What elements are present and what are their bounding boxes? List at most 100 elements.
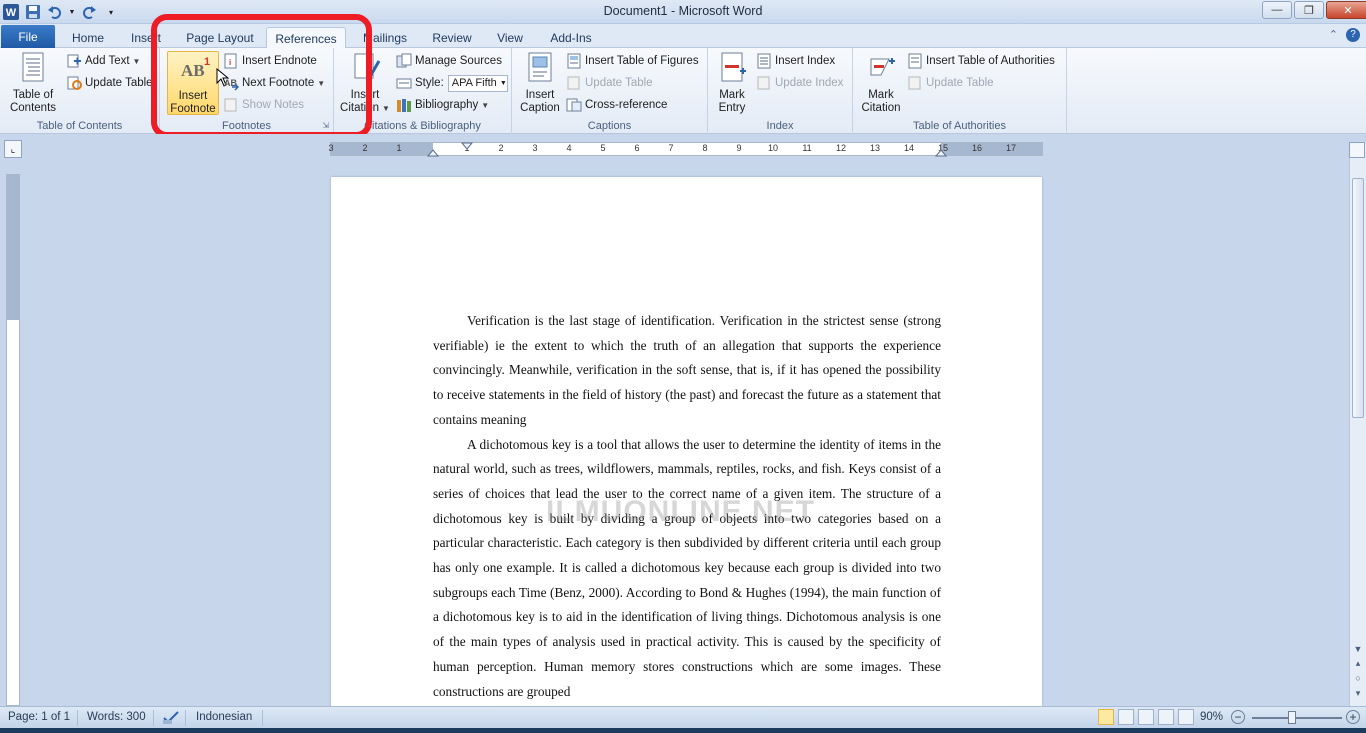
draft-view-icon[interactable] [1178,709,1194,725]
table-of-contents-label: Table of Contents [9,89,57,114]
mark-citation-label-1: Mark [868,89,894,101]
previous-page-icon[interactable]: ▴ [1352,658,1364,669]
group-label-authorities: Table of Authorities [913,120,1006,132]
ruler-number: 2 [362,143,368,153]
word-count[interactable]: Words: 300 [87,711,146,723]
update-table-captions-button[interactable]: Update Table [566,73,653,93]
web-layout-view-icon[interactable] [1138,709,1154,725]
page-count[interactable]: Page: 1 of 1 [8,711,70,723]
full-screen-reading-view-icon[interactable] [1118,709,1134,725]
add-text-icon [67,54,81,68]
table-of-figures-icon [567,53,581,69]
minimize-icon[interactable]: — [1262,1,1292,19]
update-index-label: Update Index [775,77,844,89]
update-table-authorities-button[interactable]: Update Table [907,73,994,93]
bibliography-label: Bibliography [415,99,479,111]
document-page[interactable]: Verification is the last stage of identi… [331,177,1042,717]
left-indent-marker-icon[interactable] [427,149,439,157]
outline-view-icon[interactable] [1158,709,1174,725]
tab-review[interactable]: Review [424,27,480,48]
window-controls: — ❐ ✕ [1260,1,1366,19]
ruler-number: 11 [802,143,812,153]
ruler-number: 13 [869,143,881,153]
horizontal-ruler[interactable]: 3211234567891011121314151617 [328,142,1043,157]
scrollbar-thumb[interactable] [1352,178,1364,418]
vertical-ruler[interactable] [6,174,20,706]
insert-table-of-authorities-label: Insert Table of Authorities [926,55,1055,67]
zoom-out-icon[interactable]: − [1231,710,1245,724]
update-table-captions-icon [567,76,580,90]
ruler-number: 14 [903,143,915,153]
tab-view[interactable]: View [488,27,532,48]
add-text-button[interactable]: Add Text ▼ [66,51,140,71]
group-captions: Insert Caption Insert Table of Figures U… [512,48,708,134]
ruler-number: 7 [668,143,674,153]
paragraph-2[interactable]: A dichotomous key is a tool that allows … [433,433,941,705]
view-ruler-icon[interactable] [1349,142,1365,158]
mark-citation-label-2: Citation [861,102,901,114]
close-icon[interactable]: ✕ [1326,1,1366,19]
language-indicator[interactable]: Indonesian [196,711,252,723]
update-table-authorities-label: Update Table [926,77,994,89]
ruler-number: 16 [971,143,983,153]
taskbar-strip [0,728,1366,733]
manage-sources-label: Manage Sources [415,55,502,67]
next-page-icon[interactable]: ▾ [1352,688,1364,699]
select-browse-object-icon[interactable]: ○ [1352,673,1364,683]
table-of-contents-button[interactable]: Table of Contents [4,51,62,115]
maximize-icon[interactable]: ❐ [1294,1,1324,19]
insert-index-label: Insert Index [775,55,836,67]
tab-selector-icon[interactable]: ⌞ [4,140,22,158]
paragraph-1[interactable]: Verification is the last stage of identi… [433,309,941,433]
zoom-slider-thumb[interactable] [1288,711,1296,724]
add-text-label: Add Text [85,55,130,67]
mark-citation-button[interactable]: Mark Citation [857,51,905,115]
cross-reference-icon [566,98,582,112]
ruler-number: 10 [767,143,779,153]
insert-table-of-figures-button[interactable]: Insert Table of Figures [566,51,699,71]
insert-caption-icon [528,52,552,82]
bibliography-button[interactable]: Bibliography ▼ [396,95,489,115]
update-table-toc-label: Update Table [85,77,152,89]
right-indent-marker-icon[interactable] [935,149,947,157]
insert-caption-button[interactable]: Insert Caption [516,51,564,115]
print-layout-view-icon[interactable] [1098,709,1114,725]
table-of-authorities-icon [908,53,922,69]
proofing-icon[interactable] [162,709,180,728]
mark-entry-button[interactable]: Mark Entry [712,51,752,115]
tab-home[interactable]: Home [64,27,112,48]
group-label-captions: Captions [587,120,632,132]
vertical-scrollbar[interactable]: ▲ ▼ ▴ ○ ▾ [1349,140,1366,706]
first-line-indent-marker-icon[interactable] [461,142,473,150]
mark-entry-label-2: Entry [718,102,746,114]
insert-index-button[interactable]: Insert Index [756,51,835,71]
group-index: Mark Entry Insert Index Update Index Ind… [708,48,853,134]
update-table-toc-button[interactable]: Update Table [66,73,152,93]
style-dropdown[interactable]: APA Fifth ▼ [447,74,508,92]
tab-add-ins[interactable]: Add-Ins [542,27,600,48]
ruler-number: 12 [835,143,847,153]
zoom-level[interactable]: 90% [1200,711,1223,723]
style-icon [396,78,412,89]
group-label-toc: Table of Contents [36,120,123,132]
insert-caption-label-2: Caption [520,102,560,114]
style-selector[interactable]: Style: APA Fifth ▼ [396,73,508,93]
zoom-in-icon[interactable]: + [1346,710,1360,724]
update-index-button[interactable]: Update Index [756,73,843,93]
tab-file[interactable]: File [1,25,55,48]
manage-sources-icon [396,53,412,68]
manage-sources-button[interactable]: Manage Sources [396,51,502,71]
help-icon[interactable]: ? [1346,28,1360,42]
update-index-icon [757,76,770,90]
ruler-number: 3 [328,143,334,153]
cross-reference-button[interactable]: Cross-reference [566,95,667,115]
ruler-number: 2 [498,143,504,153]
annotation-highlight-box [151,14,372,138]
zoom-slider[interactable] [1252,717,1342,719]
insert-table-of-authorities-button[interactable]: Insert Table of Authorities [907,51,1055,71]
insert-table-of-figures-label: Insert Table of Figures [585,55,699,67]
minimize-ribbon-icon[interactable]: ⌃ [1329,28,1338,42]
ruler-number: 17 [1005,143,1017,153]
update-table-authorities-icon [908,76,921,90]
scroll-down-icon[interactable]: ▼ [1352,644,1364,654]
